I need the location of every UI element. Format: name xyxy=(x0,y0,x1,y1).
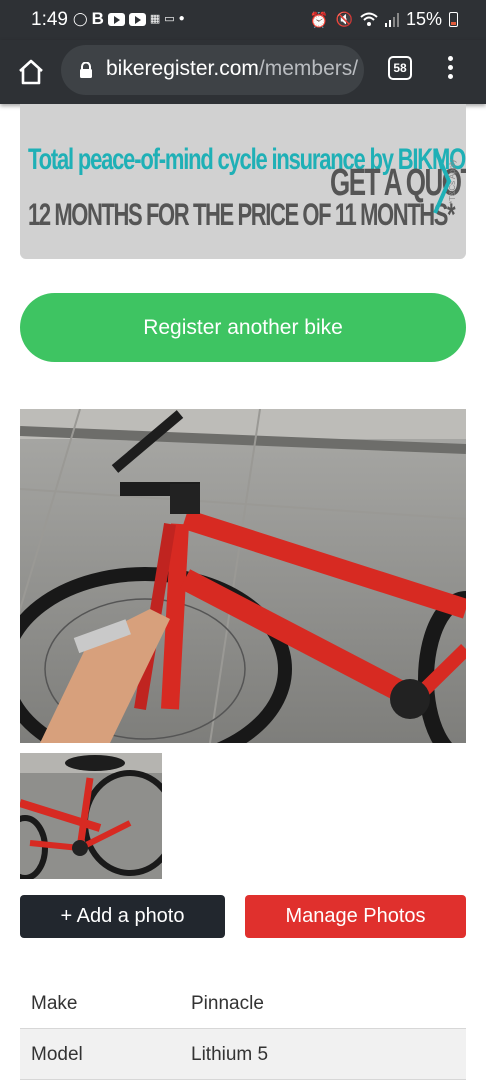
url-bar[interactable]: bikeregister.com/members/ xyxy=(61,45,364,95)
url-domain: bikeregister.com xyxy=(106,57,259,80)
ad-fine-print: *T&Cs Apply xyxy=(448,159,457,204)
bike-thumbnail[interactable] xyxy=(20,753,162,879)
battery-percent: 15% xyxy=(405,9,442,29)
mute-icon: 🔇 xyxy=(335,11,353,27)
lock-icon xyxy=(80,62,92,78)
battery-icon xyxy=(449,12,458,27)
cast-icon: ▦ xyxy=(149,13,161,25)
bike-main-photo[interactable] xyxy=(20,409,466,743)
screen-icon: ▭ xyxy=(164,13,175,25)
url-text: bikeregister.com/members/ xyxy=(106,57,358,81)
wifi-icon xyxy=(360,12,378,26)
bike-photo-image xyxy=(20,409,466,743)
alarm-icon: ⏰ xyxy=(309,11,329,29)
overflow-menu-icon[interactable] xyxy=(444,56,456,84)
signal-icon xyxy=(384,13,399,27)
manage-photos-button[interactable]: Manage Photos xyxy=(245,895,466,938)
insurance-ad-banner[interactable]: Total peace-of-mind cycle insurance by B… xyxy=(20,104,466,259)
status-time: 1:49 xyxy=(31,9,68,30)
url-path: /members/ xyxy=(258,57,359,80)
notification-icons: ◯ B ▦ ▭ ● xyxy=(73,10,185,28)
bike-details-table: Make Pinnacle Model Lithium 5 xyxy=(20,978,466,1080)
detail-key: Model xyxy=(31,1044,83,1065)
home-icon[interactable] xyxy=(16,57,46,87)
detail-value: Lithium 5 xyxy=(191,1044,269,1065)
detail-row-model: Model Lithium 5 xyxy=(20,1029,466,1080)
status-bar: 1:49 ◯ B ▦ ▭ ● ⏰ 🔇 15% xyxy=(0,0,486,40)
detail-row-make: Make Pinnacle xyxy=(20,978,466,1029)
assistant-icon: ◯ xyxy=(73,11,88,26)
browser-toolbar: bikeregister.com/members/ 58 xyxy=(0,40,486,104)
youtube-icon xyxy=(128,12,146,26)
tab-switcher-button[interactable]: 58 xyxy=(388,56,412,80)
add-photo-button[interactable]: + Add a photo xyxy=(20,895,225,938)
detail-key: Make xyxy=(31,993,78,1014)
register-another-bike-button[interactable]: Register another bike xyxy=(20,293,466,362)
system-icons: ⏰ 🔇 15% xyxy=(310,9,458,30)
dot-icon: ● xyxy=(178,13,185,24)
bike-thumbnail-image xyxy=(20,753,162,879)
detail-value: Pinnacle xyxy=(191,993,264,1014)
b-app-icon: B xyxy=(91,9,104,28)
youtube-icon xyxy=(107,12,125,26)
